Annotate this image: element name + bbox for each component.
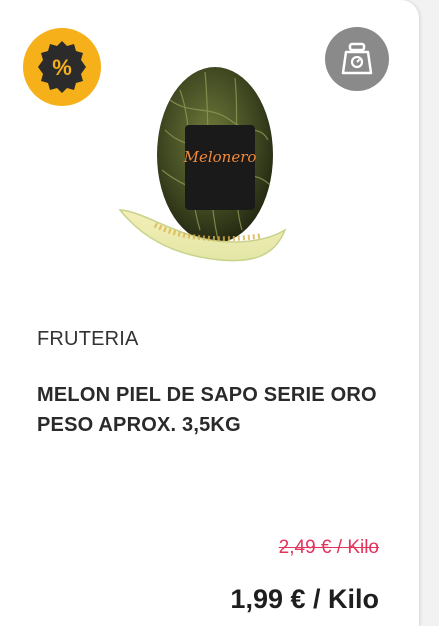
percent-icon: % (22, 27, 102, 107)
scale-icon (341, 42, 373, 75)
brand-label: Melonero (183, 148, 257, 166)
product-category: FRUTERIA (37, 328, 139, 350)
percent-symbol: % (52, 55, 72, 80)
old-price: 2,49 € / Kilo (278, 537, 379, 558)
current-price: 1,99 € / Kilo (230, 584, 379, 614)
product-image: Melonero (110, 60, 300, 300)
product-card[interactable]: % Melonero FRUTERIA MELON PIEL DE SAPO S… (0, 0, 419, 626)
product-name[interactable]: MELON PIEL DE SAPO SERIE ORO PESO APROX.… (37, 380, 387, 440)
scale-button[interactable] (325, 27, 389, 91)
